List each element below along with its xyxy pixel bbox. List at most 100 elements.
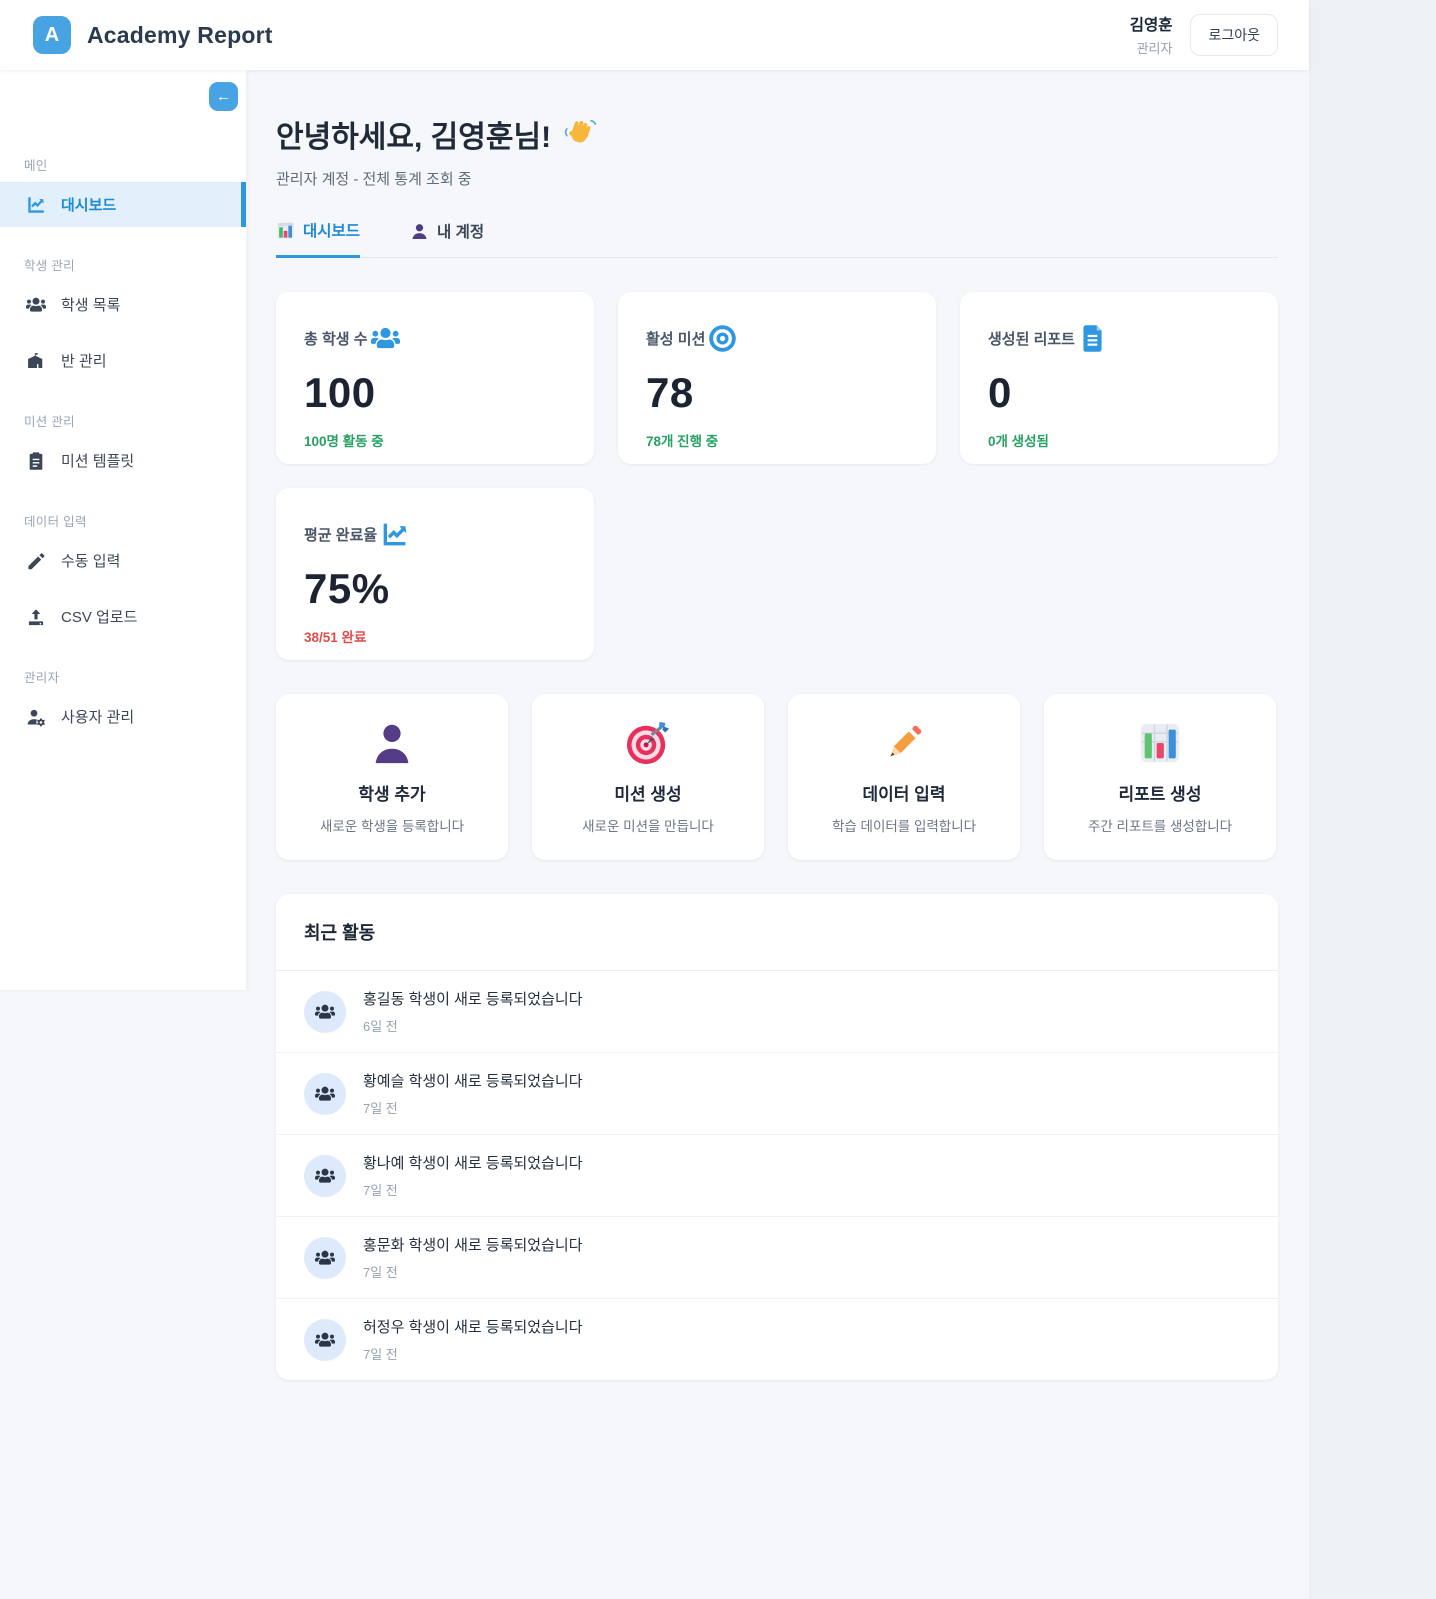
recent-activity-title: 최근 활동: [304, 923, 376, 943]
pen-icon: [26, 551, 46, 571]
users-icon: [315, 1168, 335, 1183]
avatar: [304, 1236, 346, 1279]
stat-value: 100: [304, 369, 376, 416]
users-icon: [315, 1250, 335, 1265]
sidebar-item-label: 대시보드: [61, 197, 117, 214]
page-title: 안녕하세요, 김영훈님!: [276, 112, 1278, 156]
stat-card-average-completion: 평균 완료율 75% 38/51 완료: [276, 488, 594, 660]
activity-row: 허정우 학생이 새로 등록되었습니다 7일 전: [276, 1298, 1278, 1380]
stat-label: 총 학생 수: [304, 331, 368, 348]
tab-label: 내 계정: [437, 224, 485, 241]
user-info: 김영훈 관리자: [1130, 13, 1173, 57]
sidebar-item-class-management[interactable]: 반 관리: [0, 338, 246, 383]
activity-row: 홍길동 학생이 새로 등록되었습니다 6일 전: [276, 971, 1278, 1052]
users-icon: [26, 295, 46, 315]
users-icon: [315, 1332, 335, 1347]
action-desc: 주간 리포트를 생성합니다: [1087, 818, 1233, 834]
user-role: 관리자: [1136, 41, 1173, 56]
action-title: 미션 생성: [614, 784, 682, 804]
sidebar-item-dashboard[interactable]: 대시보드: [0, 182, 246, 227]
dart-emoji-icon: [626, 721, 670, 764]
sidebar-item-label: 미션 템플릿: [61, 453, 135, 470]
page-subtitle: 관리자 계정 - 전체 통계 조회 중: [276, 171, 472, 188]
activity-text: 황예슬 학생이 새로 등록되었습니다: [363, 1073, 583, 1090]
stat-subtext: 100명 활동 중: [304, 434, 384, 449]
sidebar-item-label: CSV 업로드: [61, 609, 138, 626]
action-add-student[interactable]: 학생 추가 새로운 학생을 등록합니다: [276, 694, 508, 860]
action-title: 데이터 입력: [862, 784, 946, 804]
stat-subtext: 0개 생성됨: [988, 434, 1049, 449]
avatar: [304, 1318, 346, 1361]
activity-text: 홍길동 학생이 새로 등록되었습니다: [363, 991, 583, 1008]
sidebar-collapse-button[interactable]: ←: [209, 82, 238, 111]
nav-section-missions: 미션 관리: [24, 415, 75, 429]
nav-section-students: 학생 관리: [24, 259, 75, 273]
sidebar-item-label: 수동 입력: [61, 553, 121, 570]
sidebar-item-mission-templates[interactable]: 미션 템플릿: [0, 438, 246, 483]
stats-grid: 총 학생 수 100 100명 활동 중 활성 미션 78 78개 진행 중 생…: [276, 292, 1278, 660]
activity-time: 7일 전: [363, 1183, 398, 1198]
activity-row: 홍문화 학생이 새로 등록되었습니다 7일 전: [276, 1216, 1278, 1298]
users-icon: [315, 1004, 335, 1019]
app-logo: A: [33, 16, 71, 54]
sidebar-item-student-list[interactable]: 학생 목록: [0, 282, 246, 327]
activity-text: 홍문화 학생이 새로 등록되었습니다: [363, 1237, 583, 1254]
nav-section-admin: 관리자: [24, 671, 60, 685]
stat-subtext: 38/51 완료: [304, 630, 367, 645]
school-icon: [26, 351, 46, 371]
users-icon: [370, 327, 400, 349]
sidebar-item-label: 학생 목록: [61, 297, 121, 314]
activity-time: 7일 전: [363, 1347, 398, 1362]
stat-card-total-students: 총 학생 수 100 100명 활동 중: [276, 292, 594, 464]
stat-label: 생성된 리포트: [988, 331, 1075, 348]
stat-label: 활성 미션: [646, 331, 706, 348]
stat-subtext: 78개 진행 중: [646, 434, 719, 449]
arrow-left-icon: ←: [216, 88, 231, 105]
stat-value: 75%: [304, 565, 390, 612]
action-create-mission[interactable]: 미션 생성 새로운 미션을 만듭니다: [532, 694, 764, 860]
action-desc: 새로운 미션을 만듭니다: [582, 818, 714, 834]
tab-my-account[interactable]: 내 계정: [410, 219, 484, 257]
main-content: 안녕하세요, 김영훈님! 관리자 계정 - 전체 통계 조회 중 대시보드 내 …: [246, 70, 1309, 1420]
trend-icon: [383, 523, 407, 546]
sidebar-item-label: 반 관리: [61, 353, 107, 370]
activity-text: 황나예 학생이 새로 등록되었습니다: [363, 1155, 583, 1172]
avatar: [304, 1154, 346, 1197]
pencil-emoji-icon: [890, 725, 922, 757]
upload-icon: [26, 607, 46, 627]
action-title: 리포트 생성: [1118, 784, 1202, 804]
users-icon: [315, 1086, 335, 1101]
activity-row: 황나예 학생이 새로 등록되었습니다 7일 전: [276, 1134, 1278, 1216]
user-name: 김영훈: [1129, 17, 1173, 34]
tab-dashboard[interactable]: 대시보드: [276, 219, 361, 258]
sidebar-nav: 메인 대시보드 학생 관리 학생 목록 반 관리 미션 관리 미션 템플릿 데이…: [0, 70, 246, 739]
document-icon: [1083, 325, 1102, 352]
tab-label: 대시보드: [303, 223, 361, 240]
bar-chart-icon: [277, 221, 294, 239]
person-emoji-icon: [375, 724, 409, 763]
sidebar-item-label: 사용자 관리: [61, 709, 135, 726]
activity-row: 황예슬 학생이 새로 등록되었습니다 7일 전: [276, 1052, 1278, 1134]
app-container: A Academy Report 김영훈 관리자 로그아웃 ← 메인 대시보드 …: [0, 0, 1309, 1599]
action-generate-report[interactable]: 리포트 생성 주간 리포트를 생성합니다: [1044, 694, 1276, 860]
recent-activity-card: 최근 활동 홍길동 학생이 새로 등록되었습니다 6일 전 황예슬 학생이 새로…: [276, 894, 1278, 1380]
logout-button[interactable]: 로그아웃: [1190, 14, 1278, 56]
sidebar-item-manual-entry[interactable]: 수동 입력: [0, 538, 246, 583]
app-title: Academy Report: [87, 21, 273, 48]
activity-time: 6일 전: [363, 1019, 398, 1034]
stat-value: 0: [988, 369, 1012, 416]
tab-bar: 대시보드 내 계정: [276, 219, 1278, 258]
user-gear-icon: [26, 707, 46, 727]
sidebar: ← 메인 대시보드 학생 관리 학생 목록 반 관리 미션 관리 미션 템플릿 …: [0, 70, 246, 990]
stat-card-active-missions: 활성 미션 78 78개 진행 중: [618, 292, 936, 464]
bar-chart-emoji-icon: [1140, 723, 1180, 762]
clipboard-icon: [26, 451, 46, 471]
stat-value: 78: [646, 369, 694, 416]
stat-label: 평균 완료율: [304, 527, 378, 544]
sidebar-item-user-management[interactable]: 사용자 관리: [0, 694, 246, 739]
action-data-entry[interactable]: 데이터 입력 학습 데이터를 입력합니다: [788, 694, 1020, 860]
chart-line-icon: [26, 195, 46, 215]
sidebar-item-csv-upload[interactable]: CSV 업로드: [0, 594, 246, 639]
avatar: [304, 1072, 346, 1115]
action-desc: 학습 데이터를 입력합니다: [831, 818, 977, 834]
